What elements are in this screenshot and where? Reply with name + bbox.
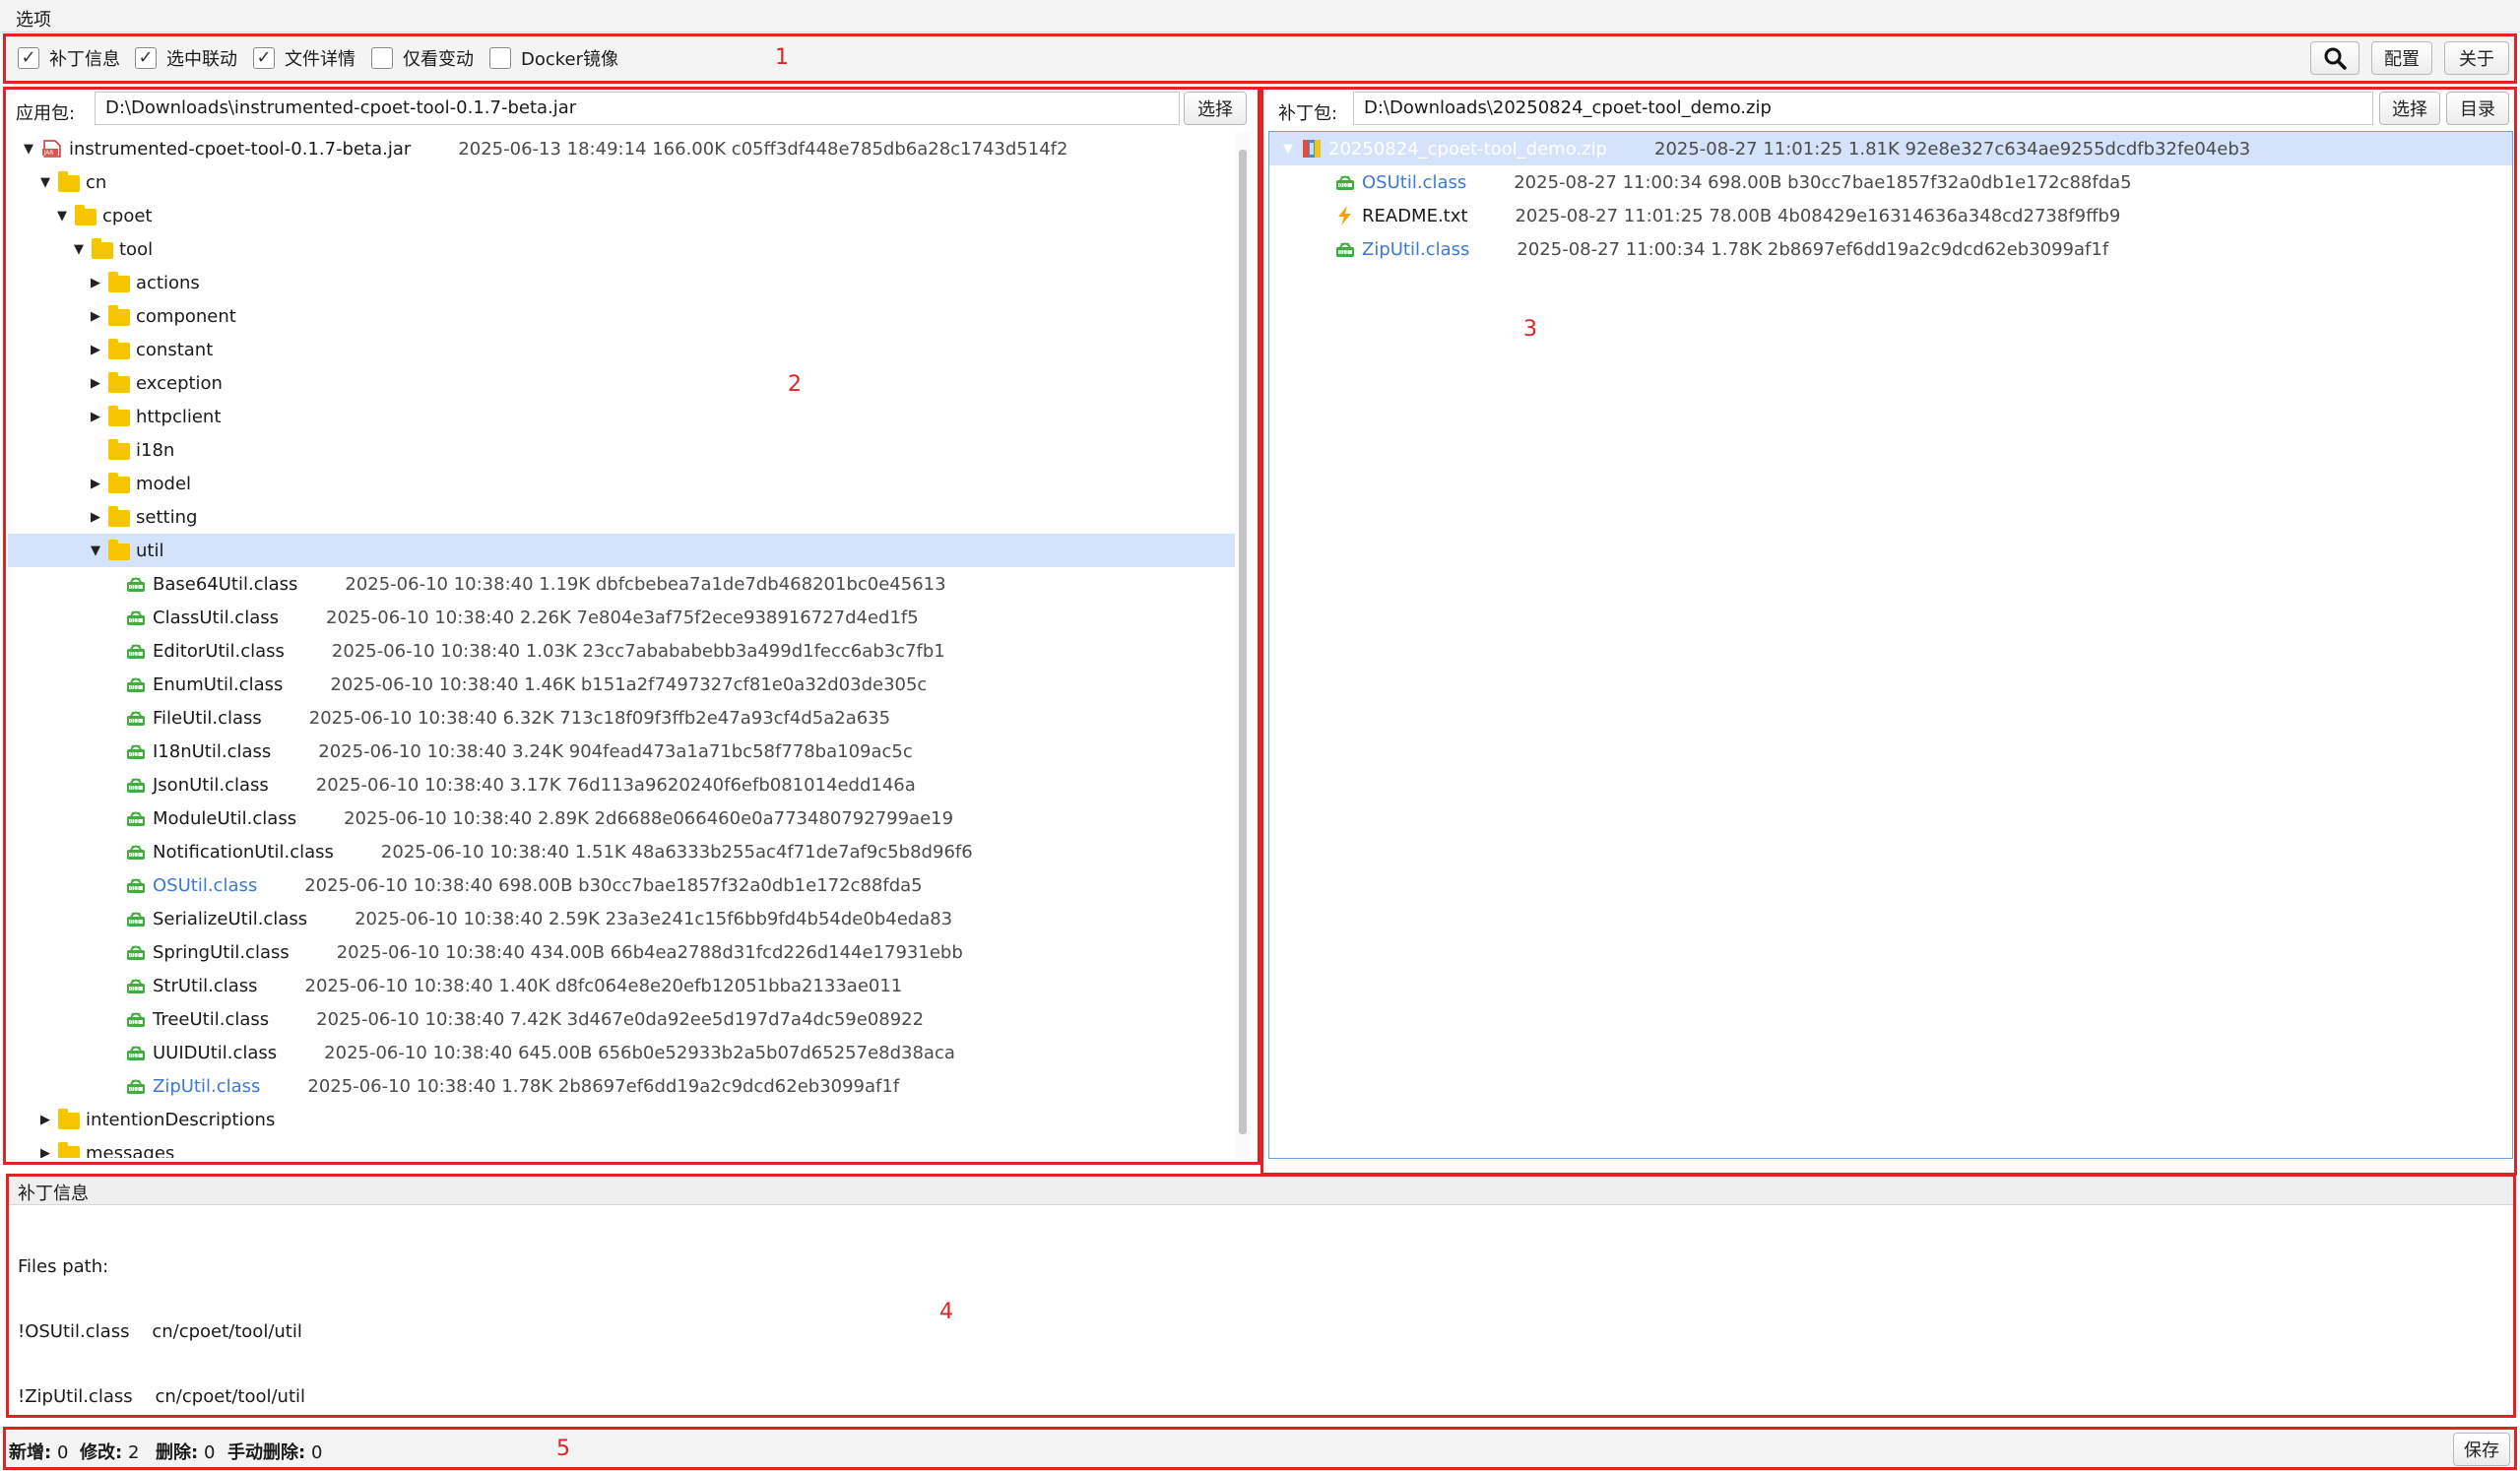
annotation-box-5: [3, 1427, 2517, 1470]
menu-options[interactable]: 选项: [16, 6, 51, 32]
annotation-number: 5: [556, 1437, 570, 1461]
annotation-box-2: [3, 87, 1260, 1165]
annotation-number: 2: [788, 372, 802, 397]
annotation-number: 4: [939, 1300, 953, 1324]
annotation-box-4: [6, 1174, 2516, 1418]
menu-bar: 选项: [0, 0, 2520, 32]
annotation-number: 1: [775, 45, 789, 70]
annotation-number: 3: [1523, 317, 1537, 342]
annotation-box-1: [3, 33, 2517, 84]
annotation-box-3: [1260, 87, 2517, 1176]
